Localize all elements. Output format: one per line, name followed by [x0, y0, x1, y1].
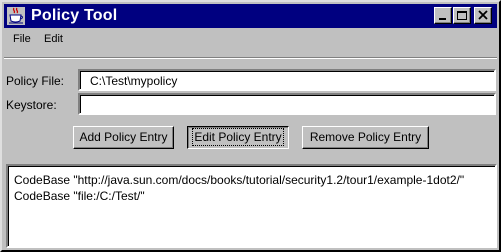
maximize-icon	[457, 11, 467, 20]
menu-bar: File Edit	[4, 30, 497, 50]
edit-policy-entry-button[interactable]: Edit Policy Entry	[187, 126, 289, 149]
close-button[interactable]	[474, 7, 492, 24]
menu-separator	[4, 57, 497, 59]
list-item[interactable]: CodeBase "http://java.sun.com/docs/books…	[14, 172, 495, 188]
policy-entry-list[interactable]: CodeBase "http://java.sun.com/docs/books…	[6, 164, 497, 248]
menu-edit[interactable]: Edit	[44, 33, 63, 45]
window-title: Policy Tool	[31, 7, 118, 24]
menu-file[interactable]: File	[13, 33, 31, 45]
policy-file-label: Policy File:	[6, 74, 65, 88]
minimize-icon	[439, 18, 446, 20]
list-item[interactable]: CodeBase "file:/C:/Test/"	[14, 188, 495, 204]
close-icon	[478, 10, 488, 20]
java-cup-icon	[7, 7, 25, 25]
maximize-button[interactable]	[453, 7, 471, 24]
keystore-label: Keystore:	[6, 98, 57, 112]
keystore-field[interactable]	[78, 93, 496, 115]
remove-policy-entry-button[interactable]: Remove Policy Entry	[302, 126, 429, 149]
add-policy-entry-button[interactable]: Add Policy Entry	[73, 126, 174, 149]
minimize-button[interactable]	[434, 7, 452, 24]
policy-file-field[interactable]: C:\Test\mypolicy	[78, 69, 496, 91]
title-bar[interactable]: Policy Tool	[4, 4, 497, 28]
policy-tool-window: Policy Tool File Edit Policy File: C:\Te…	[0, 0, 501, 252]
